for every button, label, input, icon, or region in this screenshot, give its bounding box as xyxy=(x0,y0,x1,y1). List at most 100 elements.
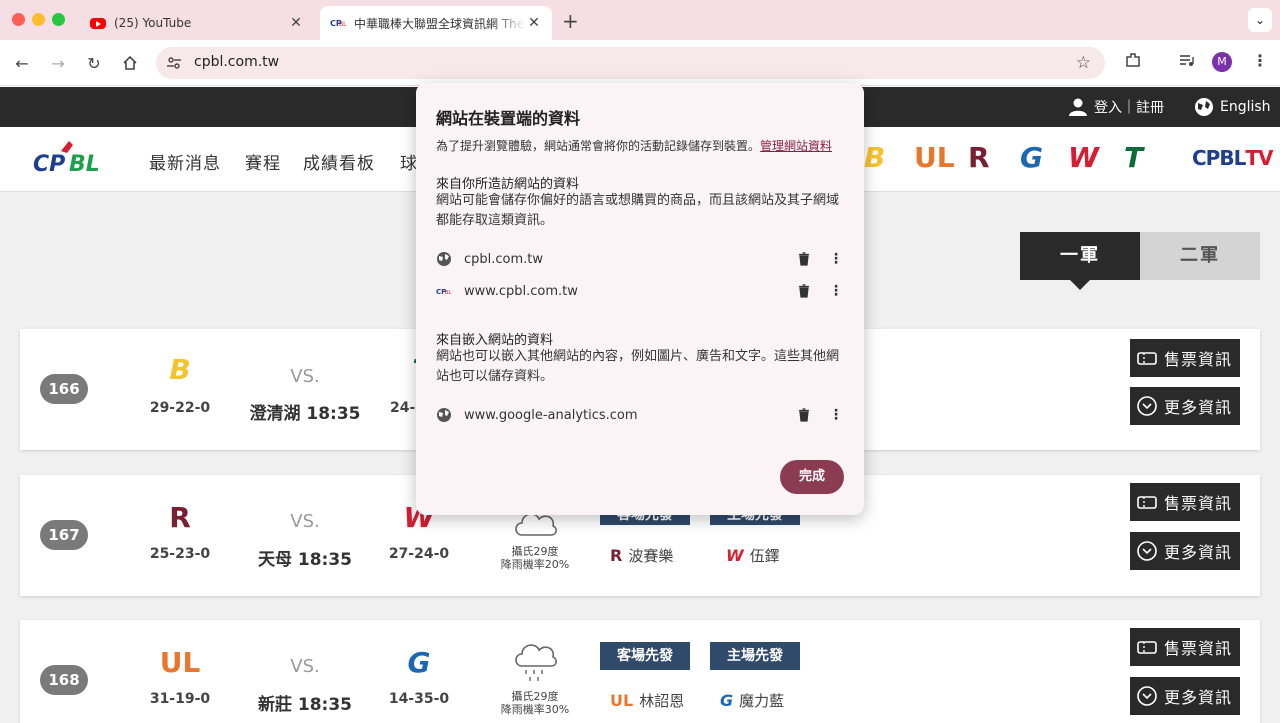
chevron-down-circle-icon xyxy=(1137,541,1157,561)
embedded-heading: 來自嵌入網站的資料 xyxy=(436,333,554,348)
dialog-title: 網站在裝置端的資料 xyxy=(436,109,581,128)
visited-description: 網站可能會儲存你偏好的語言或想購買的商品，而且該網站及其子網域都能存取這類資訊。 xyxy=(436,193,840,228)
tab-search-icon[interactable]: ⌄ xyxy=(1248,8,1272,32)
dialog-intro: 為了提升瀏覽體驗，網站通常會將你的活動記錄儲存到裝置。管理網站資料 xyxy=(436,137,832,154)
reload-icon[interactable]: ↻ xyxy=(82,51,106,75)
more-vert-icon[interactable]: ⋮ xyxy=(828,251,844,267)
lions-logo-icon: UL xyxy=(610,691,634,710)
bookmark-star-icon[interactable]: ☆ xyxy=(1076,53,1091,73)
url-text: cpbl.com.tw xyxy=(194,54,280,70)
away-pitcher-name: 波賽樂 xyxy=(628,547,674,565)
close-window-button[interactable] xyxy=(12,13,25,26)
cpbl-logo[interactable]: CP BL xyxy=(33,137,109,183)
more-info-button[interactable]: 更多資訊 xyxy=(1130,387,1240,425)
game-row: 168 UL 31-19-0 VS. 新莊 18:35 G 14-35-0 攝氏… xyxy=(20,620,1260,723)
home-pitcher: W 伍鐸 xyxy=(726,545,780,566)
more-info-label: 更多資訊 xyxy=(1164,543,1233,562)
minimize-window-button[interactable] xyxy=(32,13,45,26)
nav-schedule[interactable]: 賽程 xyxy=(245,149,281,174)
brothers-logo-icon[interactable]: B xyxy=(864,141,885,174)
svg-text:BL: BL xyxy=(69,152,100,177)
new-tab-icon[interactable]: + xyxy=(562,9,579,33)
svg-text:BL: BL xyxy=(445,290,451,296)
globe-icon xyxy=(437,408,451,422)
more-info-label: 更多資訊 xyxy=(1164,398,1233,417)
address-bar[interactable]: cpbl.com.tw ☆ xyxy=(156,47,1105,79)
close-tab-icon[interactable]: ✕ xyxy=(526,15,542,31)
lions-logo-icon: UL xyxy=(159,646,201,679)
guardians-logo-icon: G xyxy=(720,691,734,710)
weather-text: 攝氏29度 降雨機率20% xyxy=(490,545,580,571)
ticket-icon xyxy=(1137,496,1157,509)
nav-standings[interactable]: 成績看板 xyxy=(303,149,375,174)
vs-label: VS. xyxy=(290,366,320,387)
manage-site-data-link[interactable]: 管理網站資料 xyxy=(760,139,832,153)
ticket-icon xyxy=(1137,641,1157,654)
site-entry: www.google-analytics.com ⋮ xyxy=(436,403,844,427)
rain-weather-icon xyxy=(515,644,557,681)
trash-icon[interactable] xyxy=(796,251,812,267)
game-number: 167 xyxy=(40,520,88,550)
chevron-down-circle-icon xyxy=(1137,396,1157,416)
level-tabs: 一軍 二軍 xyxy=(1020,232,1260,290)
cpbltv-b: TV xyxy=(1245,146,1273,170)
trash-icon[interactable] xyxy=(796,283,812,299)
temperature: 攝氏29度 xyxy=(511,545,559,558)
tab-first-team[interactable]: 一軍 xyxy=(1020,232,1140,290)
hawks-logo-icon[interactable]: T xyxy=(1124,141,1143,174)
lions-logo-icon[interactable]: UL xyxy=(914,141,955,174)
forward-icon[interactable]: → xyxy=(46,51,70,75)
language-switch[interactable]: English xyxy=(1194,97,1271,117)
tab-second-team[interactable]: 二軍 xyxy=(1140,232,1260,280)
globe-icon xyxy=(437,252,451,266)
done-button[interactable]: 完成 xyxy=(780,460,844,494)
guardians-logo-icon: G xyxy=(407,646,431,679)
away-record: 31-19-0 xyxy=(149,691,211,707)
site-domain: www.cpbl.com.tw xyxy=(464,283,578,299)
venue-time: 澄清湖 18:35 xyxy=(249,404,361,424)
cpbltv-logo[interactable]: CPBLTV xyxy=(1192,146,1273,170)
home-pitcher-name: 魔力藍 xyxy=(739,692,785,710)
ticket-info-button[interactable]: 售票資訊 xyxy=(1130,339,1240,377)
tab-cpbl[interactable]: CP BL 中華職棒大聯盟全球資訊網 The ✕ xyxy=(320,6,552,40)
more-info-button[interactable]: 更多資訊 xyxy=(1130,532,1240,570)
close-tab-icon[interactable]: ✕ xyxy=(288,15,304,31)
back-icon[interactable]: ← xyxy=(10,51,34,75)
site-info-icon[interactable] xyxy=(166,55,182,71)
browser-tab-bar: (25) YouTube ✕ CP BL 中華職棒大聯盟全球資訊網 The ✕ +… xyxy=(0,0,1280,40)
vs-label: VS. xyxy=(290,656,320,677)
profile-avatar[interactable]: M xyxy=(1212,52,1232,72)
monkeys-logo-icon[interactable]: R xyxy=(968,141,990,174)
media-controls-icon[interactable] xyxy=(1178,51,1196,73)
venue-time: 天母 18:35 xyxy=(257,550,353,570)
dragons-logo-icon[interactable]: W xyxy=(1068,141,1099,174)
cpbltv-a: CPBL xyxy=(1192,146,1246,170)
home-record: 14-35-0 xyxy=(388,691,450,707)
login-link[interactable]: 登入｜註冊 xyxy=(1068,97,1164,117)
cpbl-favicon-icon: CPBL xyxy=(436,288,451,296)
maximize-window-button[interactable] xyxy=(52,13,65,26)
tab-youtube[interactable]: (25) YouTube ✕ xyxy=(80,6,314,40)
guardians-logo-icon[interactable]: G xyxy=(1020,141,1043,174)
game-number: 166 xyxy=(40,374,88,404)
nav-news[interactable]: 最新消息 xyxy=(149,149,221,174)
trash-icon[interactable] xyxy=(796,407,812,423)
temperature: 攝氏29度 xyxy=(511,690,559,703)
more-vert-icon[interactable]: ⋮ xyxy=(828,407,844,423)
ticket-info-button[interactable]: 售票資訊 xyxy=(1130,483,1240,521)
home-icon[interactable] xyxy=(118,51,142,75)
rain-chance: 降雨機率20% xyxy=(500,558,570,571)
brothers-logo-icon: B xyxy=(169,353,191,386)
site-entry: CP BL www.cpbl.com.tw ⋮ xyxy=(436,279,844,303)
svg-text:BL: BL xyxy=(339,21,346,28)
away-pitcher-name: 林詔恩 xyxy=(639,692,685,710)
tab-title: 中華職棒大聯盟全球資訊網 The xyxy=(354,16,525,31)
login-text: 登入｜註冊 xyxy=(1094,100,1164,116)
extensions-icon[interactable] xyxy=(1124,51,1142,73)
more-vert-icon[interactable]: ⋮ xyxy=(828,283,844,299)
venue-time: 新莊 18:35 xyxy=(257,695,353,715)
ticket-info-button[interactable]: 售票資訊 xyxy=(1130,628,1240,666)
more-info-button[interactable]: 更多資訊 xyxy=(1130,677,1240,715)
browser-menu-icon[interactable]: ⋮ xyxy=(1252,51,1268,70)
visited-heading: 來自你所造訪網站的資料 xyxy=(436,177,580,192)
